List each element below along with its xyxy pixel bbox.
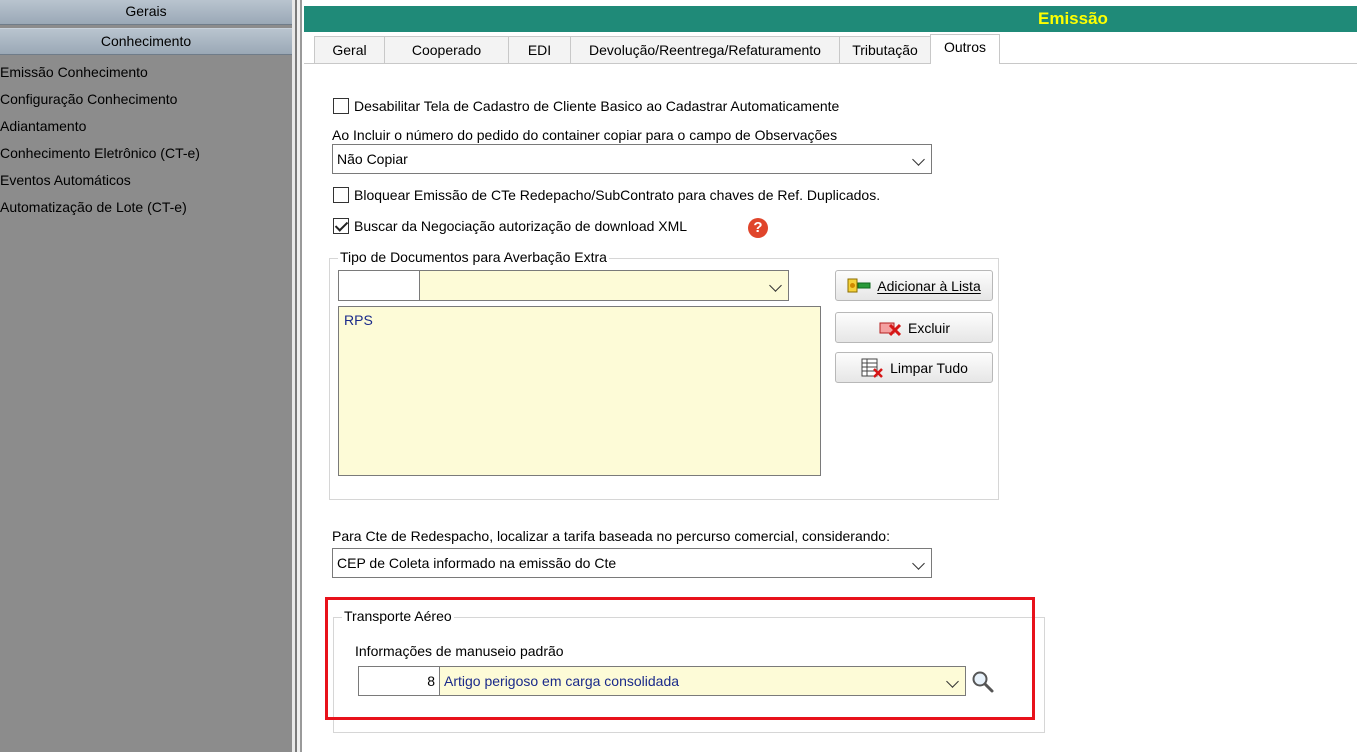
tab-geral[interactable]: Geral (314, 36, 385, 63)
sidebar-header-gerais[interactable]: Gerais (0, 0, 292, 25)
sidebar-item-conhecimento-eletronico[interactable]: Conhecimento Eletrônico (CT-e) (0, 140, 292, 167)
tab-devolucao[interactable]: Devolução/Reentrega/Refaturamento (570, 36, 840, 63)
sidebar-item-configuracao-conhecimento[interactable]: Configuração Conhecimento (0, 86, 292, 113)
highlight-box (325, 597, 1035, 720)
redespacho-label: Para Cte de Redespacho, localizar a tari… (332, 528, 890, 544)
averbacao-list[interactable]: RPS (338, 306, 821, 476)
pedido-select[interactable]: Não Copiar (332, 144, 932, 174)
tab-outros[interactable]: Outros (930, 34, 1000, 64)
checkbox-buscar[interactable] (333, 218, 349, 234)
checkbox-desabilitar-row[interactable]: Desabilitar Tela de Cadastro de Cliente … (333, 98, 839, 114)
main-panel: Emissão Geral Cooperado EDI Devolução/Re… (304, 0, 1357, 752)
excluir-button[interactable]: Excluir (835, 312, 993, 343)
tab-cooperado[interactable]: Cooperado (384, 36, 509, 63)
clear-table-icon (861, 358, 883, 378)
sidebar-header-conhecimento[interactable]: Conhecimento (0, 28, 292, 55)
limpar-tudo-label: Limpar Tudo (890, 359, 968, 376)
averbacao-code-input[interactable] (338, 270, 420, 301)
checkbox-buscar-label: Buscar da Negociação autorização de down… (354, 218, 688, 234)
add-to-list-label: Adicionar à Lista (877, 277, 981, 294)
add-list-icon (847, 278, 871, 292)
tab-edi[interactable]: EDI (508, 36, 571, 63)
sidebar-item-automatizacao-lote[interactable]: Automatização de Lote (CT-e) (0, 194, 292, 221)
delete-icon (879, 322, 902, 336)
excluir-label: Excluir (907, 319, 950, 336)
averbacao-legend: Tipo de Documentos para Averbação Extra (338, 249, 609, 265)
limpar-tudo-button[interactable]: Limpar Tudo (835, 352, 993, 383)
help-icon[interactable]: ? (748, 218, 768, 238)
checkbox-desabilitar[interactable] (333, 98, 349, 114)
tab-strip: Geral Cooperado EDI Devolução/Reentrega/… (304, 34, 1357, 64)
redespacho-select-value: CEP de Coleta informado na emissão do Ct… (337, 555, 617, 571)
sidebar-items: Emissão Conhecimento Configuração Conhec… (0, 59, 292, 221)
chevron-down-icon (912, 153, 925, 166)
chevron-down-icon (769, 279, 782, 292)
sidebar-item-adiantamento[interactable]: Adiantamento (0, 113, 292, 140)
pedido-label: Ao Incluir o número do pedido do contain… (332, 127, 838, 143)
sidebar-item-eventos-automaticos[interactable]: Eventos Automáticos (0, 167, 292, 194)
sidebar-item-emissao-conhecimento[interactable]: Emissão Conhecimento (0, 59, 292, 86)
checkbox-bloquear[interactable] (333, 187, 349, 203)
title-bar: Emissão (304, 6, 1357, 32)
panel-splitter[interactable] (292, 0, 304, 752)
checkbox-bloquear-row[interactable]: Bloquear Emissão de CTe Redepacho/SubCon… (333, 187, 880, 203)
pedido-select-value: Não Copiar (337, 151, 408, 167)
redespacho-select[interactable]: CEP de Coleta informado na emissão do Ct… (332, 548, 932, 578)
chevron-down-icon (912, 557, 925, 570)
averbacao-type-select[interactable] (419, 270, 789, 301)
list-item[interactable]: RPS (339, 307, 820, 328)
add-to-list-button[interactable]: Adicionar à Lista (835, 270, 993, 301)
checkbox-bloquear-label: Bloquear Emissão de CTe Redepacho/SubCon… (354, 187, 881, 203)
checkbox-buscar-row[interactable]: Buscar da Negociação autorização de down… (333, 218, 687, 234)
checkbox-desabilitar-label: Desabilitar Tela de Cadastro de Cliente … (354, 98, 840, 114)
sidebar: Gerais Conhecimento Emissão Conhecimento… (0, 0, 292, 752)
page-title: Emissão (1038, 9, 1108, 28)
tab-tributacao[interactable]: Tributação (839, 36, 931, 63)
